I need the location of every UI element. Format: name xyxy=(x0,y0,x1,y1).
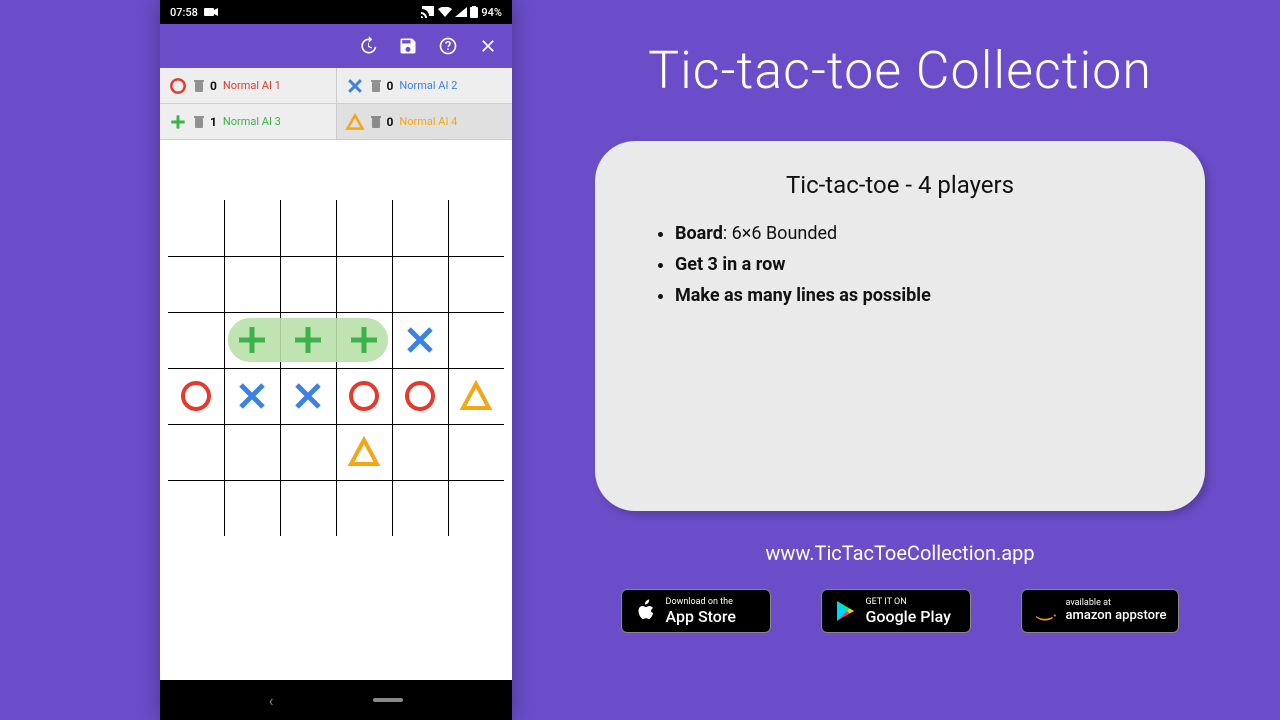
player-name: Normal AI 1 xyxy=(223,79,281,92)
player-row-1: 0 Normal AI 1 0 Normal AI 2 xyxy=(160,68,512,104)
game-board[interactable] xyxy=(168,200,504,536)
google-play-icon xyxy=(834,599,858,623)
board-cell-mark[interactable] xyxy=(346,378,382,414)
delete-icon xyxy=(371,116,381,128)
board-cell-mark[interactable] xyxy=(346,322,382,358)
player-score: 0 xyxy=(210,79,217,93)
player-cell-1[interactable]: 0 Normal AI 1 xyxy=(160,68,337,104)
battery-icon xyxy=(470,6,478,18)
amazon-icon xyxy=(1034,599,1058,623)
circle-icon xyxy=(168,76,188,96)
plus-icon xyxy=(168,112,188,132)
amazon-store-badge[interactable]: available atamazon appstore xyxy=(1021,589,1180,633)
history-icon[interactable] xyxy=(358,36,378,56)
google-play-badge[interactable]: GET IT ONGoogle Play xyxy=(821,589,971,633)
board-cell-mark[interactable] xyxy=(290,378,326,414)
cross-icon xyxy=(345,76,365,96)
store-badges: Download on theApp Store GET IT ONGoogle… xyxy=(560,589,1240,633)
board-cell-mark[interactable] xyxy=(234,378,270,414)
card-title: Tic-tac-toe - 4 players xyxy=(635,171,1165,199)
signal-icon xyxy=(455,7,467,17)
player-score: 1 xyxy=(210,115,217,129)
nav-bar: ‹ xyxy=(160,680,512,720)
board-cell-mark[interactable] xyxy=(234,322,270,358)
status-bar: 07:58 94% xyxy=(160,0,512,24)
bullet-1: Board: 6×6 Bounded xyxy=(675,223,1165,244)
player-cell-3[interactable]: 1 Normal AI 3 xyxy=(160,104,337,140)
player-score: 0 xyxy=(387,79,394,93)
promo-url: www.TicTacToeCollection.app xyxy=(560,541,1240,565)
status-time: 07:58 xyxy=(170,6,198,19)
close-icon[interactable] xyxy=(478,36,498,56)
player-cell-4[interactable]: 0 Normal AI 4 xyxy=(337,104,513,140)
camera-icon xyxy=(204,7,218,17)
help-icon[interactable] xyxy=(438,36,458,56)
player-cell-2[interactable]: 0 Normal AI 2 xyxy=(337,68,513,104)
info-card: Tic-tac-toe - 4 players Board: 6×6 Bound… xyxy=(595,141,1205,511)
app-bar xyxy=(160,24,512,68)
apple-store-badge[interactable]: Download on theApp Store xyxy=(621,589,771,633)
player-name: Normal AI 3 xyxy=(223,115,281,128)
phone-mockup: 07:58 94% 0 Normal AI 1 0 Normal AI 2 xyxy=(160,0,512,720)
board-cell-mark[interactable] xyxy=(458,378,494,414)
player-score: 0 xyxy=(387,115,394,129)
board-cell-mark[interactable] xyxy=(346,434,382,470)
delete-icon xyxy=(194,116,204,128)
cast-icon xyxy=(421,6,435,18)
board-cell-mark[interactable] xyxy=(178,378,214,414)
bullet-3: Make as many lines as possible xyxy=(675,285,1165,306)
status-battery: 94% xyxy=(481,6,502,19)
bullet-2: Get 3 in a row xyxy=(675,254,1165,275)
save-icon[interactable] xyxy=(398,36,418,56)
player-row-2: 1 Normal AI 3 0 Normal AI 4 xyxy=(160,104,512,140)
wifi-icon xyxy=(438,7,452,17)
player-name: Normal AI 2 xyxy=(399,79,457,92)
board-cell-mark[interactable] xyxy=(290,322,326,358)
nav-back-icon[interactable]: ‹ xyxy=(269,691,274,710)
player-name: Normal AI 4 xyxy=(399,115,457,128)
delete-icon xyxy=(371,80,381,92)
promo-panel: Tic-tac-toe Collection Tic-tac-toe - 4 p… xyxy=(560,0,1240,720)
board-cell-mark[interactable] xyxy=(402,378,438,414)
game-area xyxy=(160,140,512,692)
apple-icon xyxy=(634,599,658,623)
main-title: Tic-tac-toe Collection xyxy=(560,40,1240,101)
nav-home-icon[interactable] xyxy=(373,698,403,702)
board-cell-mark[interactable] xyxy=(402,322,438,358)
triangle-icon xyxy=(345,112,365,132)
delete-icon xyxy=(194,80,204,92)
